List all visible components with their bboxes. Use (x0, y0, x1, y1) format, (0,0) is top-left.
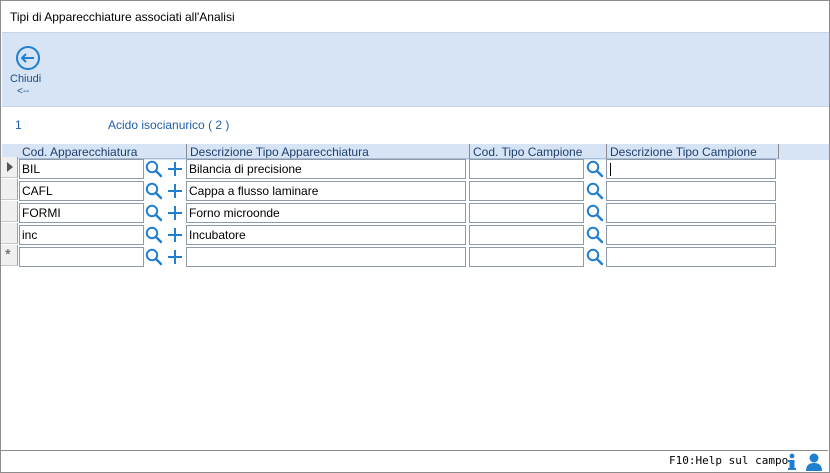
close-button-shortcut: <-- (17, 86, 30, 97)
analysis-version: ( 2 ) (208, 118, 230, 132)
new-row[interactable]: * (0, 245, 830, 267)
description-cell[interactable]: Forno microonde (186, 203, 466, 223)
new-row-marker: * (5, 246, 11, 263)
row-selector[interactable] (1, 157, 18, 178)
search-icon[interactable] (145, 248, 163, 266)
sample-description-cell[interactable] (606, 203, 776, 223)
analysis-code: 1 (15, 118, 22, 132)
sample-code-cell[interactable] (469, 203, 584, 223)
search-icon[interactable] (586, 248, 604, 266)
analysis-description: Acido isocianurico ( 2 ) (108, 118, 229, 132)
search-icon[interactable] (586, 226, 604, 244)
analysis-name: Acido isocianurico (108, 118, 205, 132)
sample-description-cell[interactable] (606, 247, 776, 267)
search-icon[interactable] (586, 182, 604, 200)
search-icon[interactable] (586, 160, 604, 178)
row-selector[interactable] (1, 201, 18, 222)
search-icon[interactable] (145, 204, 163, 222)
table-row[interactable]: FORMI Forno microonde (0, 201, 830, 223)
sample-description-cell[interactable] (606, 225, 776, 245)
code-cell[interactable]: CAFL (19, 181, 144, 201)
search-icon[interactable] (145, 226, 163, 244)
code-cell[interactable] (19, 247, 144, 267)
close-button[interactable]: Chiudi <-- (8, 43, 48, 99)
description-cell[interactable] (186, 247, 466, 267)
code-cell[interactable]: BIL (19, 159, 144, 179)
search-icon[interactable] (145, 160, 163, 178)
table-row[interactable]: BIL Bilancia di precisione (0, 157, 830, 179)
row-selector[interactable] (1, 179, 18, 200)
row-selector[interactable]: * (1, 245, 18, 266)
sample-code-cell[interactable] (469, 181, 584, 201)
current-row-arrow-icon (7, 162, 13, 172)
search-icon[interactable] (586, 204, 604, 222)
text-cursor (610, 163, 611, 177)
add-icon[interactable] (166, 204, 184, 222)
user-icon[interactable] (805, 452, 823, 472)
sample-description-cell[interactable] (606, 181, 776, 201)
description-cell[interactable]: Bilancia di precisione (186, 159, 466, 179)
code-cell[interactable]: FORMI (19, 203, 144, 223)
sample-description-cell[interactable] (606, 159, 776, 179)
description-cell[interactable]: Incubatore (186, 225, 466, 245)
description-cell[interactable]: Cappa a flusso laminare (186, 181, 466, 201)
window-title: Tipi di Apparecchiature associati all'An… (10, 10, 235, 24)
help-hint: F10:Help sul campo (669, 454, 789, 467)
status-bar: F10:Help sul campo (1, 450, 828, 472)
sample-code-cell[interactable] (469, 225, 584, 245)
row-selector[interactable] (1, 223, 18, 244)
add-icon[interactable] (166, 160, 184, 178)
close-button-label: Chiudi (10, 73, 42, 85)
sample-code-cell[interactable] (469, 247, 584, 267)
arrow-left-circle-icon (16, 46, 40, 70)
sample-code-cell[interactable] (469, 159, 584, 179)
code-cell[interactable]: inc (19, 225, 144, 245)
toolbar: Chiudi <-- (2, 32, 829, 107)
add-icon[interactable] (166, 248, 184, 266)
table-row[interactable]: CAFL Cappa a flusso laminare (0, 179, 830, 201)
add-icon[interactable] (166, 182, 184, 200)
search-icon[interactable] (145, 182, 163, 200)
info-icon[interactable] (785, 452, 799, 472)
add-icon[interactable] (166, 226, 184, 244)
table-row[interactable]: inc Incubatore (0, 223, 830, 245)
